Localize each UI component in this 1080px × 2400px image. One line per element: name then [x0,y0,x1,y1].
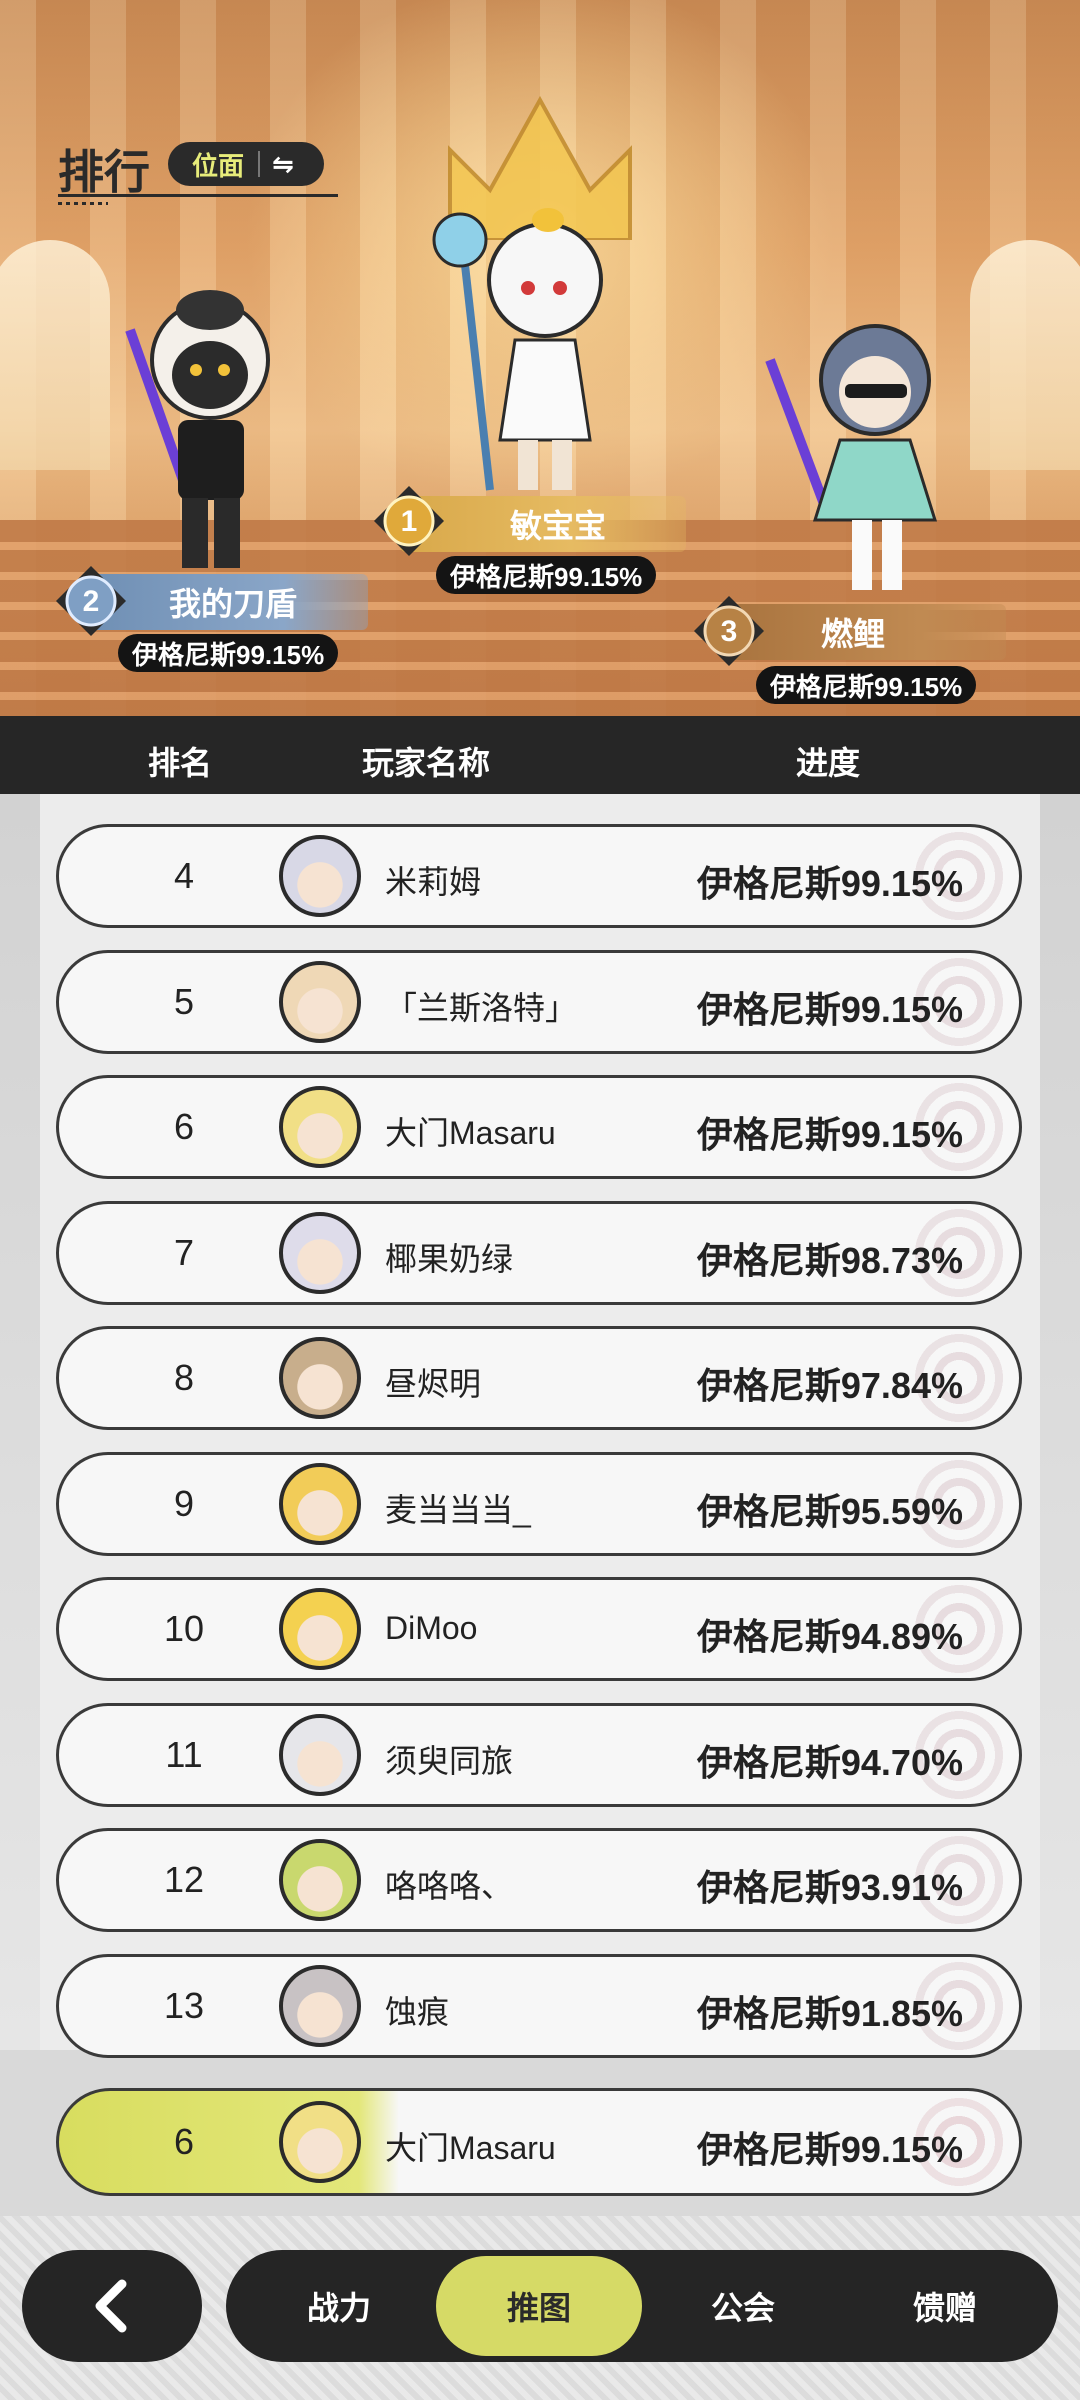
tab-gift-label: 馈赠 [912,2290,977,2326]
page-title-block: 排行 [58,136,338,205]
row-progress: 伊格尼斯99.15% [696,863,963,904]
my-progress: 伊格尼斯99.15% [696,2129,963,2170]
row-rank: 10 [163,1608,205,1649]
player-avatar[interactable] [279,1337,361,1419]
ranking-table-header: 排名 玩家名称 进度 [0,716,1080,794]
rank-2-badge-icon: 2 [56,566,126,636]
player-avatar[interactable] [279,1964,361,2047]
player-avatar[interactable] [279,1713,361,1796]
podium-3-score: 伊格尼斯99.15% [756,666,977,704]
swap-icon: ⇋ [272,148,294,179]
row-rank: 4 [173,855,195,896]
row-rank: 12 [163,1859,205,1900]
row-rank: 8 [173,1357,195,1398]
row-player-name: DiMoo [385,1610,478,1646]
row-player-name: 须臾同旅 [385,1742,514,1779]
table-row[interactable]: 9 麦当当当_ 伊格尼斯95.59% [56,1451,1022,1556]
my-player-name: 大门Masaru [385,2130,556,2166]
player-avatar[interactable] [279,1086,361,1168]
chevron-left-icon [95,2279,127,2333]
row-player-name: 椰果奶绿 [385,1240,514,1277]
row-player-name: 麦当当当_ [385,1491,531,1528]
table-row[interactable]: 12 咯咯咯、 伊格尼斯93.91% [56,1828,1022,1932]
rank-1-number: 1 [401,505,418,538]
back-button[interactable] [22,2250,202,2362]
tab-power-label: 战力 [306,2290,371,2326]
background-window-left [0,240,110,470]
row-rank: 9 [173,1482,195,1524]
col-rank-header: 排名 [148,745,213,781]
row-player-name: 昼烬明 [385,1366,482,1402]
podium-3-name: 燃鲤 [820,616,885,652]
row-player-name: 咯咯咯、 [385,1868,514,1904]
podium-1-name: 敏宝宝 [509,508,606,544]
row-rank: 11 [165,1733,203,1775]
ranking-list[interactable]: 4 米莉姆 伊格尼斯99.15% 5 「兰斯洛特」 伊格尼斯99.15% 6 大门Masaru… [0,794,1080,2058]
table-row[interactable]: 6 大门Masaru 伊格尼斯99.15% [56,1075,1022,1179]
background-window-right [970,240,1080,470]
bottom-navigation: 战力 推图 公会 馈赠 [0,2216,1080,2400]
podium-hero: 排行 位面 ⇋ 敏宝宝 1 伊格尼斯99.15% 我的刀盾 2 伊格尼斯99.1… [0,0,1080,716]
row-progress: 伊格尼斯95.59% [696,1490,963,1532]
row-progress: 伊格尼斯91.85% [696,1992,963,2034]
rank-2-number: 2 [83,585,100,618]
podium-2-score: 伊格尼斯99.15% [118,634,339,672]
title-underline [58,194,338,197]
my-avatar[interactable] [279,2101,361,2183]
player-avatar[interactable] [279,1588,361,1670]
podium-2-name-plate: 我的刀盾 [88,574,368,630]
table-row[interactable]: 11 须臾同旅 伊格尼斯94.70% [56,1702,1022,1807]
table-row[interactable]: 7 椰果奶绿 伊格尼斯98.73% [56,1200,1022,1305]
row-progress: 伊格尼斯99.15% [696,1114,963,1155]
table-row[interactable]: 8 昼烬明 伊格尼斯97.84% [56,1326,1022,1430]
row-rank: 13 [163,1984,205,2026]
character-rank-1[interactable] [420,200,630,500]
podium-2-name: 我的刀盾 [168,586,297,622]
tab-guild-label: 公会 [710,2290,775,2326]
tab-stage-push[interactable]: 推图 [436,2256,642,2356]
rank-3-badge-icon: 3 [694,596,764,666]
table-row[interactable]: 13 蚀痕 伊格尼斯91.85% [56,1953,1022,2058]
tab-stage-push-label: 推图 [506,2290,571,2326]
row-player-name: 蚀痕 [385,1993,450,2030]
row-progress: 伊格尼斯93.91% [696,1867,963,1908]
player-avatar[interactable] [279,1211,361,1294]
row-player-name: 大门Masaru [385,1115,556,1151]
row-rank: 6 [173,1106,195,1147]
page-title: 排行 [58,146,150,198]
plane-switch-label: 位面 [192,150,245,181]
rank-3-number: 3 [721,615,738,648]
plane-switch-divider [258,151,261,177]
player-avatar[interactable] [279,835,361,917]
row-rank: 7 [173,1231,195,1273]
player-avatar[interactable] [279,960,361,1043]
character-rank-2[interactable] [110,270,310,580]
my-rank-number: 6 [173,2121,195,2162]
podium-1-score: 伊格尼斯99.15% [436,556,657,594]
ranking-category-tabs: 战力 推图 公会 馈赠 [226,2250,1058,2362]
my-rank-row[interactable]: 6 大门Masaru 伊格尼斯99.15% [56,2088,1022,2196]
title-dots [58,202,108,205]
row-progress: 伊格尼斯97.84% [696,1365,963,1406]
player-avatar[interactable] [279,1462,361,1545]
tab-gift[interactable]: 馈赠 [842,2250,1048,2362]
row-player-name: 米莉姆 [385,864,482,900]
character-rank-3[interactable] [760,300,970,600]
table-row[interactable]: 4 米莉姆 伊格尼斯99.15% [56,824,1022,928]
tab-power[interactable]: 战力 [236,2250,442,2362]
player-avatar[interactable] [279,1839,361,1921]
table-row[interactable]: 10 DiMoo 伊格尼斯94.89% [56,1577,1022,1681]
row-rank: 5 [173,980,195,1022]
row-progress: 伊格尼斯94.70% [696,1741,963,1783]
row-player-name: 「兰斯洛特」 [385,989,578,1026]
row-progress: 伊格尼斯99.15% [696,988,963,1030]
plane-switch-button[interactable]: 位面 ⇋ [168,142,324,186]
col-player-header: 玩家名称 [362,745,491,781]
col-progress-header: 进度 [796,745,861,781]
rank-1-badge-icon: 1 [374,486,444,556]
row-progress: 伊格尼斯98.73% [696,1239,963,1281]
tab-guild[interactable]: 公会 [640,2250,846,2362]
table-row[interactable]: 5 「兰斯洛特」 伊格尼斯99.15% [56,949,1022,1054]
row-progress: 伊格尼斯94.89% [696,1616,963,1657]
